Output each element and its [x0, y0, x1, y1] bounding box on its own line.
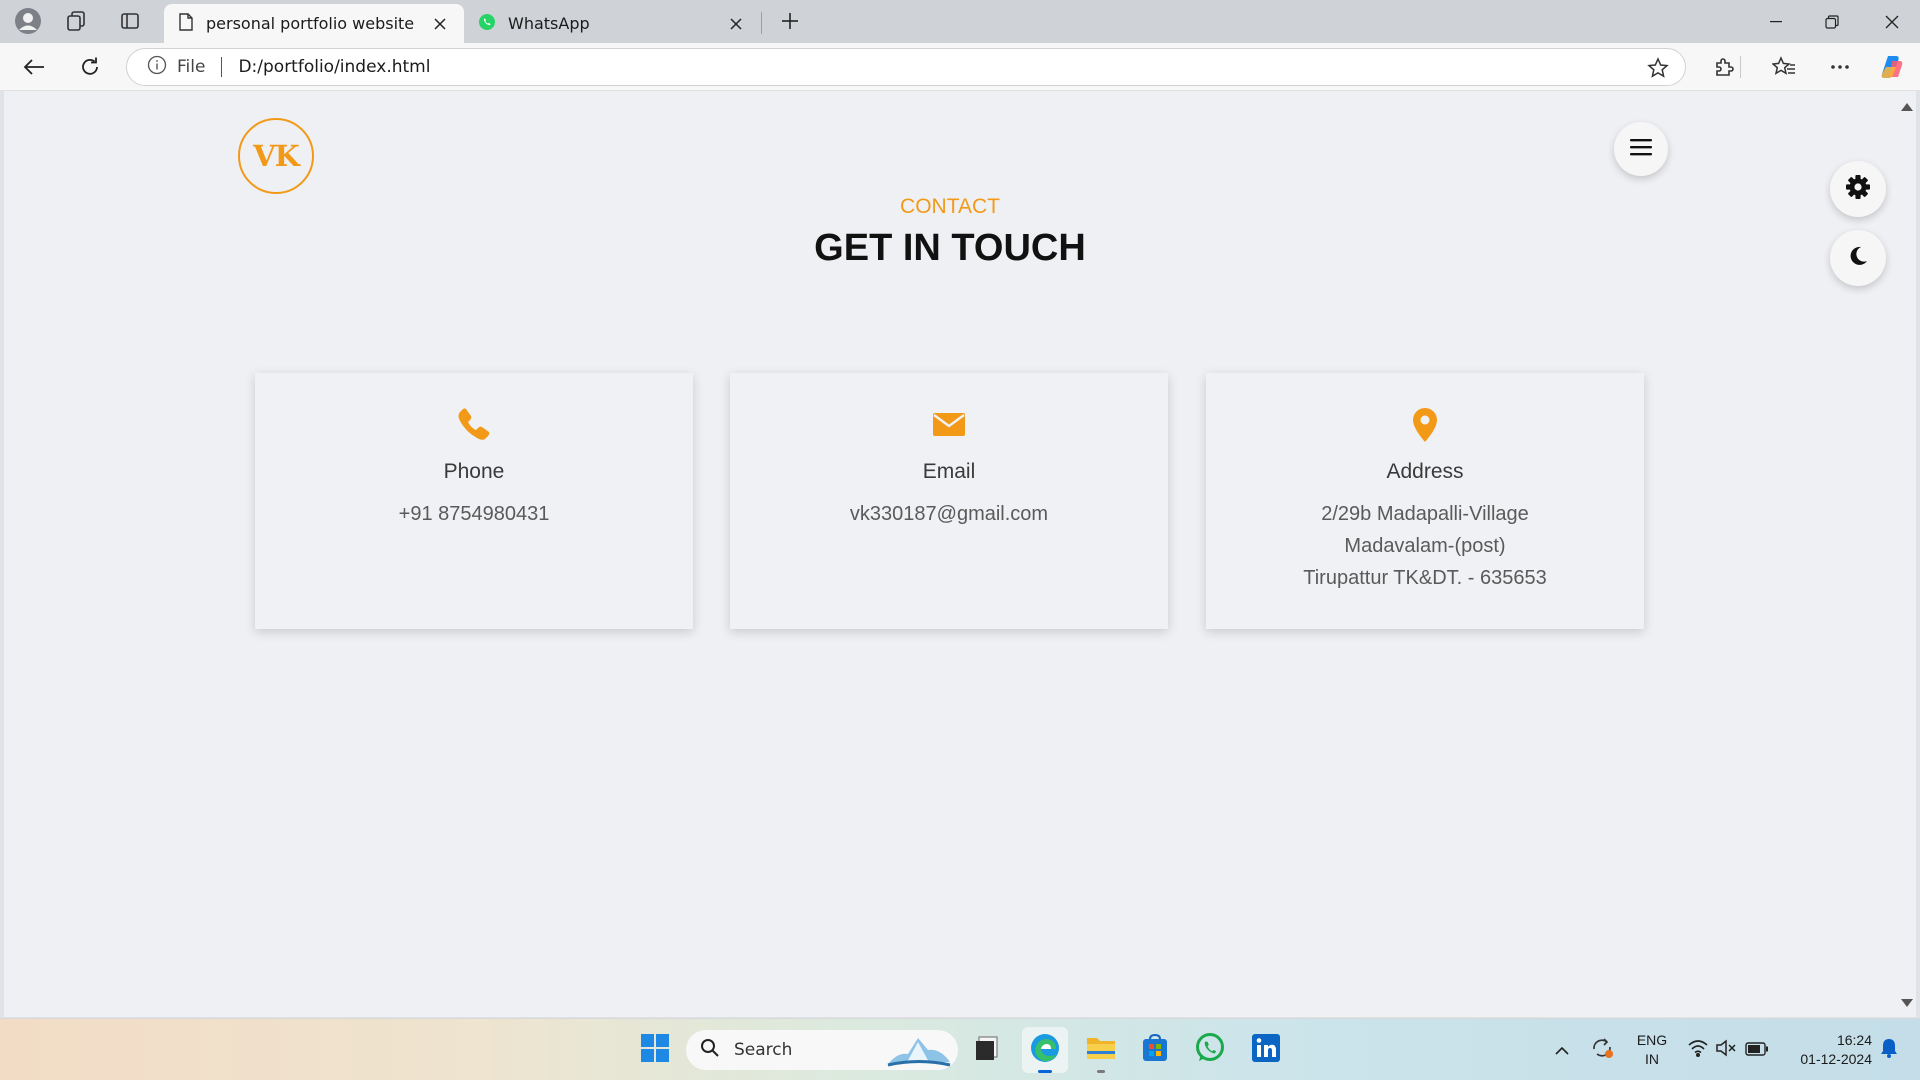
close-tab-icon[interactable] — [726, 14, 746, 34]
battery-status[interactable] — [1742, 1019, 1772, 1080]
whatsapp-icon — [1194, 1032, 1226, 1068]
card-title: Email — [922, 460, 976, 483]
tab-portfolio[interactable]: personal portfolio website — [164, 4, 464, 43]
scroll-up-arrow-icon[interactable] — [1901, 103, 1913, 111]
speaker-muted-icon — [1715, 1039, 1737, 1061]
tab-divider — [761, 12, 762, 34]
chevron-up-icon — [1554, 1041, 1570, 1060]
contact-card-address: Address 2/29b Madapalli-Village Madavala… — [1206, 373, 1644, 629]
browser-toolbar: File D:/portfolio/index.html — [0, 43, 1920, 91]
windows-taskbar: Search ENG IN 16:24 01-12-2024 — [0, 1018, 1920, 1080]
vertical-scrollbar[interactable] — [1896, 91, 1916, 1017]
sync-icon — [1590, 1037, 1614, 1063]
tab-title: personal portfolio website — [206, 14, 415, 33]
search-highlight-icon — [884, 1032, 954, 1070]
card-body: vk330187@gmail.com — [730, 498, 1168, 530]
region-code: IN — [1645, 1051, 1659, 1067]
search-icon — [700, 1038, 720, 1063]
hamburger-menu-button[interactable] — [1614, 122, 1668, 176]
folder-icon — [1085, 1034, 1117, 1066]
wifi-status[interactable] — [1683, 1019, 1713, 1080]
envelope-icon — [932, 407, 966, 446]
clock-date: 01-12-2024 — [1800, 1051, 1872, 1067]
map-pin-icon — [1411, 407, 1439, 448]
address-line-1: 2/29b Madapalli-Village — [1321, 503, 1529, 525]
card-title: Phone — [443, 460, 505, 483]
card-body: 2/29b Madapalli-Village Madavalam-(post)… — [1206, 498, 1644, 594]
section-subtitle: CONTACT — [900, 195, 1000, 218]
page-icon — [178, 12, 194, 35]
collections-icon[interactable] — [56, 6, 96, 36]
linkedin-icon — [1251, 1033, 1281, 1067]
task-view-icon — [973, 1034, 1001, 1066]
address-line-3: Tirupattur TK&DT. - 635653 — [1303, 567, 1547, 589]
toolbar-divider — [1740, 56, 1741, 78]
notifications-button[interactable] — [1874, 1019, 1904, 1080]
section-title: GET IN TOUCH — [814, 227, 1086, 269]
restore-icon[interactable] — [1804, 0, 1860, 43]
url-scheme-label: File — [177, 57, 206, 77]
close-window-icon[interactable] — [1864, 0, 1920, 43]
start-button[interactable] — [632, 1027, 678, 1073]
card-body: +91 8754980431 — [255, 498, 693, 530]
page-viewport: VK CONTACT GET IN TOUCH Phone +91 875498… — [4, 91, 1896, 1017]
clock-time: 16:24 — [1836, 1032, 1872, 1048]
edge-taskbar-button[interactable] — [1022, 1027, 1068, 1073]
refresh-icon[interactable] — [72, 49, 108, 85]
profile-icon[interactable] — [8, 6, 48, 36]
volume-status[interactable] — [1712, 1019, 1740, 1080]
language-indicator[interactable]: ENG IN — [1634, 1031, 1670, 1069]
whatsapp-icon — [478, 13, 496, 35]
whatsapp-taskbar-button[interactable] — [1187, 1027, 1233, 1073]
active-indicator — [1038, 1070, 1052, 1073]
back-arrow-icon[interactable] — [16, 49, 52, 85]
edge-icon — [1029, 1032, 1061, 1068]
address-divider — [221, 57, 223, 77]
sync-status-button[interactable] — [1586, 1019, 1618, 1080]
hamburger-icon — [1630, 138, 1652, 160]
close-tab-icon[interactable] — [430, 14, 450, 34]
scroll-down-arrow-icon[interactable] — [1901, 999, 1913, 1007]
language-code: ENG — [1636, 1032, 1668, 1048]
copilot-icon[interactable] — [1874, 49, 1910, 85]
email-address[interactable]: vk330187@gmail.com — [730, 498, 1168, 530]
tab-actions-icon[interactable] — [110, 6, 150, 36]
vk-logo[interactable]: VK — [238, 118, 314, 194]
address-line-2: Madavalam-(post) — [1344, 535, 1506, 557]
windows-logo-icon — [640, 1033, 670, 1067]
running-indicator — [1097, 1070, 1105, 1073]
contact-card-email: Email vk330187@gmail.com — [730, 373, 1168, 629]
battery-icon — [1745, 1041, 1769, 1060]
card-title: Address — [1386, 460, 1464, 483]
tab-whatsapp[interactable]: WhatsApp — [464, 4, 760, 43]
system-clock[interactable]: 16:24 01-12-2024 — [1780, 1031, 1872, 1069]
taskbar-search[interactable]: Search — [686, 1030, 958, 1070]
favorite-star-icon[interactable] — [1647, 57, 1669, 84]
bell-icon — [1880, 1038, 1898, 1062]
new-tab-icon[interactable] — [770, 6, 810, 36]
minimize-icon[interactable] — [1748, 0, 1804, 43]
show-hidden-icons-button[interactable] — [1548, 1019, 1576, 1080]
url-text[interactable]: D:/portfolio/index.html — [238, 57, 430, 77]
extensions-icon[interactable] — [1706, 49, 1742, 85]
search-placeholder: Search — [734, 1040, 793, 1060]
info-icon[interactable] — [147, 55, 167, 80]
address-bar[interactable]: File D:/portfolio/index.html — [126, 48, 1686, 86]
browser-tab-strip: personal portfolio website WhatsApp — [0, 0, 1920, 43]
favorites-icon[interactable] — [1766, 49, 1802, 85]
wifi-icon — [1687, 1039, 1709, 1061]
contact-card-phone: Phone +91 8754980431 — [255, 373, 693, 629]
linkedin-taskbar-button[interactable] — [1243, 1027, 1289, 1073]
microsoft-store-button[interactable] — [1132, 1027, 1178, 1073]
phone-icon — [457, 407, 491, 446]
tab-title: WhatsApp — [508, 14, 590, 33]
task-view-button[interactable] — [964, 1027, 1010, 1073]
more-options-icon[interactable] — [1822, 49, 1858, 85]
file-explorer-button[interactable] — [1078, 1027, 1124, 1073]
store-icon — [1140, 1033, 1170, 1067]
phone-number[interactable]: +91 8754980431 — [255, 498, 693, 530]
